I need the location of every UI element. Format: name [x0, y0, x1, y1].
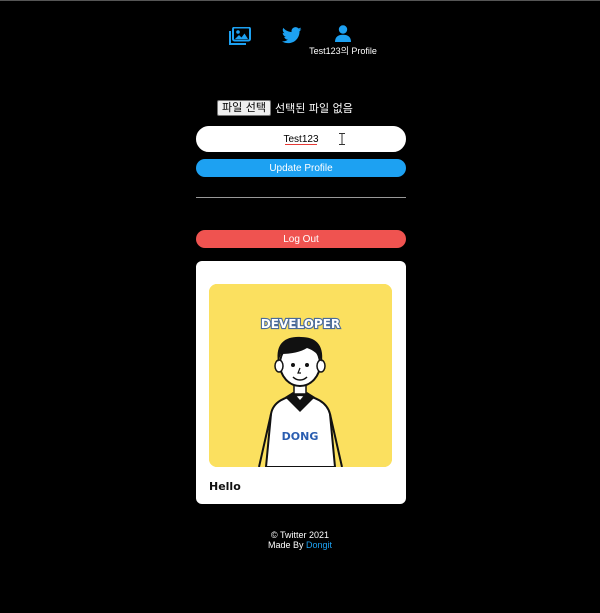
footer-copyright: © Twitter 2021 — [271, 530, 329, 540]
choose-file-button[interactable]: 파일 선택 — [217, 100, 271, 116]
file-status-text: 선택된 파일 없음 — [274, 102, 353, 115]
log-out-button[interactable]: Log Out — [196, 230, 406, 248]
spellcheck-underline — [285, 144, 317, 145]
nav-profile-label: Test123의 Profile — [309, 46, 377, 56]
tweet-image: DEVELOPER DONG — [209, 284, 392, 467]
divider — [196, 197, 406, 198]
user-icon — [335, 25, 351, 42]
text-cursor-icon — [339, 133, 345, 145]
image-title-text: DEVELOPER — [261, 317, 340, 331]
shirt-text: DONG — [282, 430, 319, 443]
footer-made-by: Made By — [267, 540, 304, 550]
tweet-text: Hello — [209, 480, 241, 493]
footer: © Twitter 2021 Made By Dongit — [0, 530, 600, 550]
nav-profile-link[interactable]: Test123의 Profile — [309, 25, 377, 57]
page: Test123의 Profile 파일 선택 선택된 파일 없음 Update … — [0, 0, 600, 613]
footer-author-link[interactable]: Dongit — [306, 540, 332, 550]
developer-illustration: DEVELOPER DONG — [209, 284, 392, 467]
update-profile-button[interactable]: Update Profile — [196, 159, 406, 177]
tweet-card: DEVELOPER DONG Hello — [196, 261, 406, 504]
display-name-input[interactable] — [196, 126, 406, 152]
images-icon — [229, 27, 251, 45]
nav-twitter-link[interactable] — [282, 27, 302, 44]
twitter-bird-icon — [282, 27, 302, 44]
top-navigation: Test123의 Profile — [0, 25, 600, 65]
file-input-row: 파일 선택 선택된 파일 없음 — [217, 100, 353, 116]
nav-home-link[interactable] — [229, 27, 251, 45]
footer-credit: Made By Dongit — [0, 540, 600, 550]
